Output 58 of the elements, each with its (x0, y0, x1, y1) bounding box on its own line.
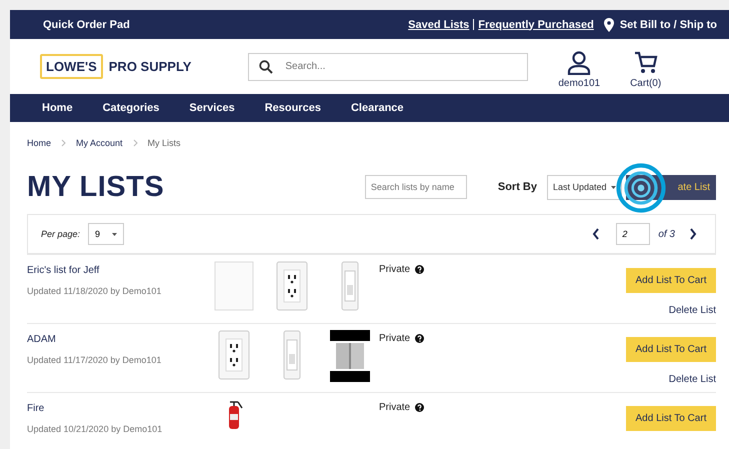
ship-to-link[interactable]: Set Bill to / Ship to (620, 18, 717, 30)
list-name-link[interactable]: ADAM (27, 334, 205, 345)
list-updated-text: Updated 11/18/2020 by Demo101 (27, 286, 162, 296)
switch-drawing[interactable] (341, 261, 359, 311)
account-button[interactable]: demo101 (558, 50, 600, 88)
privacy-label: Private (379, 264, 410, 274)
search-icon (259, 60, 274, 74)
nav-item[interactable]: Clearance (350, 102, 404, 114)
breadcrumb-link[interactable]: My Account (76, 138, 123, 148)
search-field[interactable]: Search... (248, 52, 528, 80)
caret-icon (112, 232, 118, 236)
breadcrumb-link[interactable]: My Lists (148, 138, 181, 148)
cart-icon (634, 50, 658, 74)
per-page-dropdown[interactable]: 9 (88, 223, 124, 245)
utility-link[interactable]: Frequently Purchased (478, 18, 594, 30)
add-list-to-cart-button[interactable]: Add List To Cart (626, 268, 716, 293)
privacy-label: Private (379, 402, 410, 412)
privacy-label: Private (379, 332, 410, 344)
chevron-icon (132, 139, 138, 147)
location-pin-icon (604, 18, 614, 32)
breadcrumb-link[interactable]: Home (27, 138, 52, 148)
page-title: MY LISTS (27, 170, 164, 204)
utility-link[interactable]: Saved Lists (408, 18, 470, 30)
nav-item[interactable]: Services (189, 102, 235, 114)
next-page-icon[interactable] (689, 228, 697, 240)
help-icon[interactable] (415, 402, 424, 412)
user-icon (567, 50, 592, 74)
list-name-link[interactable]: Eric's list for Jeff (27, 265, 205, 276)
outlet-drawing[interactable] (218, 330, 250, 380)
click-ripple-icon (616, 162, 666, 212)
nav-item[interactable]: Categories (102, 102, 160, 114)
chevron-icon (61, 139, 66, 147)
delete-list-link[interactable]: Delete List (668, 374, 716, 385)
per-page-label: Per page: (41, 229, 80, 239)
page-number-field[interactable]: 2 (616, 223, 650, 245)
quick-order-link[interactable]: Quick Order Pad (43, 18, 130, 30)
logo-text: PRO SUPPLY (108, 59, 192, 74)
delete-list-link[interactable]: Delete List (668, 305, 716, 316)
nav-item[interactable]: Home (42, 102, 73, 114)
previous-page-icon[interactable] (592, 228, 600, 240)
add-list-to-cart-button[interactable]: Add List To Cart (626, 337, 716, 362)
switch-drawing[interactable] (283, 330, 301, 380)
list-updated-text: Updated 10/21/2020 by Demo101 (27, 424, 164, 434)
page-count: of 3 (658, 228, 675, 240)
caret-icon (611, 186, 616, 188)
list-name-link[interactable]: Fire (27, 403, 205, 414)
outlet-drawing[interactable] (276, 261, 308, 311)
cart-button[interactable]: Cart(0) (630, 50, 662, 88)
sort-label: Sort By (498, 181, 537, 193)
help-icon[interactable] (415, 334, 424, 342)
list-search-field[interactable]: Search lists by name (364, 175, 467, 199)
list-updated-text: Updated 11/17/2020 by Demo101 (27, 355, 162, 365)
help-icon[interactable] (415, 264, 424, 274)
logo-brand: LOWE'S (40, 54, 103, 79)
sort-dropdown[interactable]: Last Updated (547, 174, 622, 200)
add-list-to-cart-button[interactable]: Add List To Cart (626, 406, 716, 431)
nav-item[interactable]: Resources (264, 102, 321, 114)
logo[interactable]: LOWE'S PRO SUPPLY (40, 54, 192, 79)
